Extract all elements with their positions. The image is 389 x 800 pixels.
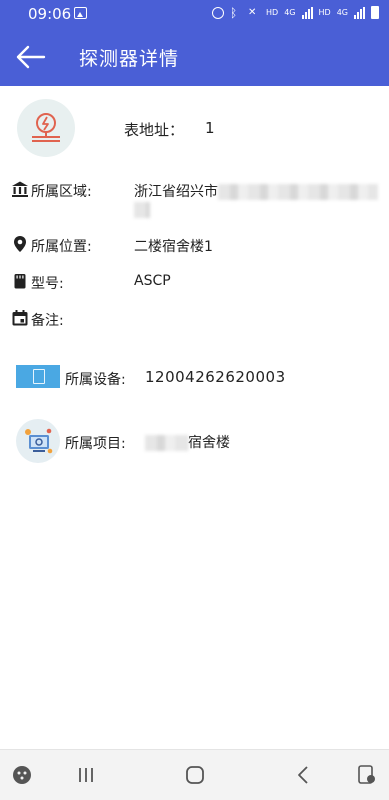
bluetooth-icon xyxy=(230,7,242,19)
gallery-notification-icon xyxy=(74,7,87,19)
home-icon xyxy=(186,766,204,784)
address-value: 1 xyxy=(205,119,215,137)
screen-assist-button[interactable] xyxy=(356,764,378,786)
model-value: ASCP xyxy=(134,273,171,289)
system-navigation-bar xyxy=(0,749,389,800)
project-value-text: 宿舍楼 xyxy=(188,435,230,451)
network-type-indicator-2: 4G xyxy=(336,7,348,17)
redacted-region-detail-2 xyxy=(134,202,150,218)
recent-apps-button[interactable] xyxy=(75,764,97,786)
gamepad-icon xyxy=(13,766,31,784)
battery-icon xyxy=(371,6,379,19)
back-button[interactable] xyxy=(14,40,48,74)
signal-icon-2 xyxy=(354,6,365,19)
location-value: 二楼宿舍楼1 xyxy=(134,239,213,255)
location-pin-icon xyxy=(14,236,26,252)
alarm-icon xyxy=(212,6,225,19)
address-label: 表地址： xyxy=(124,121,185,139)
region-value: 浙江省绍兴市 xyxy=(134,181,378,201)
arrow-left-icon xyxy=(16,45,46,69)
project-label: 所属项目: xyxy=(65,436,126,452)
network-type-indicator: 4G xyxy=(284,7,296,17)
bank-icon xyxy=(12,181,28,197)
status-bar: 09:06 HD 4G HD 4G xyxy=(0,0,389,28)
status-time: 09:06 xyxy=(28,5,72,23)
hd-indicator-2: HD xyxy=(318,7,331,17)
remark-label: 备注: xyxy=(31,313,64,329)
project-value: 宿舍楼 xyxy=(145,432,230,452)
location-label: 所属位置: xyxy=(31,239,92,255)
page-title: 探测器详情 xyxy=(79,48,180,70)
device-label: 所属设备: xyxy=(65,372,126,388)
recent-apps-icon xyxy=(79,768,93,782)
assist-touch-icon xyxy=(358,765,375,784)
device-value: 12004262620003 xyxy=(145,368,286,386)
redacted-region-detail xyxy=(218,184,378,200)
signal-icon xyxy=(301,6,313,19)
region-label: 所属区域: xyxy=(31,184,92,200)
hd-indicator: HD xyxy=(266,7,279,17)
mute-icon xyxy=(248,7,260,19)
chevron-left-icon xyxy=(298,766,308,784)
gear-monitor-icon xyxy=(25,428,53,454)
back-navigation-button[interactable] xyxy=(293,764,315,786)
region-value-text: 浙江省绍兴市 xyxy=(134,184,218,200)
device-icon xyxy=(16,365,60,388)
detector-avatar xyxy=(17,99,75,157)
app-bar: 探测器详情 xyxy=(0,28,389,86)
temperature-sensor-icon xyxy=(32,113,60,142)
game-launcher-button[interactable] xyxy=(11,764,33,786)
project-icon xyxy=(16,419,60,463)
calendar-icon xyxy=(12,310,28,326)
sd-card-icon xyxy=(14,274,26,289)
redacted-project-name xyxy=(145,435,188,451)
region-value-line2 xyxy=(134,202,150,218)
home-button[interactable] xyxy=(184,764,206,786)
model-label: 型号: xyxy=(31,276,64,292)
